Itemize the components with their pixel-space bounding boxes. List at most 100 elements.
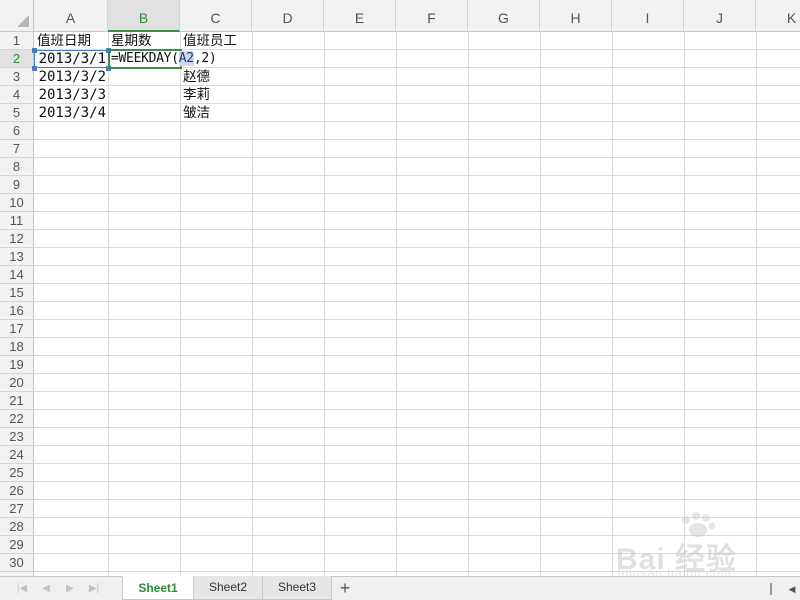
row-header-5[interactable]: 5 bbox=[0, 104, 34, 122]
row-header-25[interactable]: 25 bbox=[0, 464, 34, 482]
row-header-2[interactable]: 2 bbox=[0, 50, 34, 68]
tab-split-grip[interactable] bbox=[770, 583, 772, 595]
row-gridline bbox=[34, 301, 800, 302]
column-gridline bbox=[612, 32, 613, 576]
cell-B1[interactable]: 星期数 bbox=[108, 32, 181, 50]
column-header-H[interactable]: H bbox=[540, 0, 612, 32]
row-header-18[interactable]: 18 bbox=[0, 338, 34, 356]
watermark-main: Bai 经验 bbox=[616, 543, 738, 576]
cell-A5[interactable]: 2013/3/4 bbox=[34, 104, 109, 122]
row-header-15[interactable]: 15 bbox=[0, 284, 34, 302]
row-header-10[interactable]: 10 bbox=[0, 194, 34, 212]
row-header-29[interactable]: 29 bbox=[0, 536, 34, 554]
row-gridline bbox=[34, 463, 800, 464]
next-sheet-icon[interactable]: ▶ bbox=[62, 582, 78, 596]
prev-sheet-icon[interactable]: ◀ bbox=[38, 582, 54, 596]
row-gridline bbox=[34, 265, 800, 266]
column-gridline bbox=[540, 32, 541, 576]
column-header-F[interactable]: F bbox=[396, 0, 468, 32]
column-header-G[interactable]: G bbox=[468, 0, 540, 32]
cell-B2-formula[interactable]: =WEEKDAY(A2,2) bbox=[108, 50, 248, 68]
scroll-left-icon[interactable]: ◀ bbox=[786, 581, 798, 597]
column-gridline bbox=[324, 32, 325, 576]
tab-sheet1[interactable]: Sheet1 bbox=[122, 576, 194, 600]
row-header-30[interactable]: 30 bbox=[0, 554, 34, 572]
column-header-A[interactable]: A bbox=[34, 0, 108, 32]
row-header-14[interactable]: 14 bbox=[0, 266, 34, 284]
row-gridline bbox=[34, 247, 800, 248]
row-gridline bbox=[34, 517, 800, 518]
last-sheet-icon[interactable]: ▶| bbox=[86, 582, 102, 596]
row-header-23[interactable]: 23 bbox=[0, 428, 34, 446]
add-sheet-icon[interactable]: + bbox=[336, 579, 354, 597]
row-header-27[interactable]: 27 bbox=[0, 500, 34, 518]
column-header-E[interactable]: E bbox=[324, 0, 396, 32]
baidu-watermark: Bai 经验 jingyan.baidu.com bbox=[612, 512, 772, 576]
row-gridline bbox=[34, 355, 800, 356]
row-header-11[interactable]: 11 bbox=[0, 212, 34, 230]
formula-reference-token: A2 bbox=[178, 51, 194, 66]
row-gridline bbox=[34, 445, 800, 446]
row-header-28[interactable]: 28 bbox=[0, 518, 34, 536]
row-gridline bbox=[34, 121, 800, 122]
row-gridline bbox=[34, 103, 800, 104]
column-gridline bbox=[756, 32, 757, 576]
row-gridline bbox=[34, 229, 800, 230]
row-gridline bbox=[34, 391, 800, 392]
column-header-B[interactable]: B bbox=[108, 0, 180, 32]
row-gridline bbox=[34, 535, 800, 536]
row-gridline bbox=[34, 193, 800, 194]
cell-C3[interactable]: 赵德 bbox=[180, 68, 253, 86]
select-all-corner[interactable] bbox=[0, 0, 34, 32]
row-header-26[interactable]: 26 bbox=[0, 482, 34, 500]
row-gridline bbox=[34, 481, 800, 482]
row-header-1[interactable]: 1 bbox=[0, 32, 34, 50]
row-header-9[interactable]: 9 bbox=[0, 176, 34, 194]
row-header-21[interactable]: 21 bbox=[0, 392, 34, 410]
row-header-6[interactable]: 6 bbox=[0, 122, 34, 140]
row-header-24[interactable]: 24 bbox=[0, 446, 34, 464]
row-header-17[interactable]: 17 bbox=[0, 320, 34, 338]
cell-A4[interactable]: 2013/3/3 bbox=[34, 86, 109, 104]
row-header-16[interactable]: 16 bbox=[0, 302, 34, 320]
column-header-K[interactable]: K bbox=[756, 0, 800, 32]
cell-C4[interactable]: 李莉 bbox=[180, 86, 253, 104]
row-gridline bbox=[34, 175, 800, 176]
row-gridline bbox=[34, 319, 800, 320]
cell-A1[interactable]: 值班日期 bbox=[34, 32, 109, 50]
column-gridline bbox=[468, 32, 469, 576]
row-header-8[interactable]: 8 bbox=[0, 158, 34, 176]
cell-A2[interactable]: 2013/3/1 bbox=[34, 50, 109, 68]
row-header-3[interactable]: 3 bbox=[0, 68, 34, 86]
tab-sheet2[interactable]: Sheet2 bbox=[193, 576, 263, 600]
select-all-triangle-icon bbox=[17, 15, 29, 27]
column-gridline bbox=[684, 32, 685, 576]
column-header-I[interactable]: I bbox=[612, 0, 684, 32]
row-header-19[interactable]: 19 bbox=[0, 356, 34, 374]
row-header-4[interactable]: 4 bbox=[0, 86, 34, 104]
row-header-7[interactable]: 7 bbox=[0, 140, 34, 158]
spreadsheet-grid[interactable]: ABCDEFGHIJK 1 2 3 4 5 6 7 8 9 10 11 12 13 14 15 16 17 18 1… bbox=[0, 0, 800, 576]
column-header-D[interactable]: D bbox=[252, 0, 324, 32]
row-gridline bbox=[34, 427, 800, 428]
tab-sheet3[interactable]: Sheet3 bbox=[262, 576, 332, 600]
column-header-J[interactable]: J bbox=[684, 0, 756, 32]
row-gridline bbox=[34, 157, 800, 158]
first-sheet-icon[interactable]: |◀ bbox=[14, 582, 30, 596]
sheet-tab-bar: |◀ ◀ ▶ ▶| Sheet1 Sheet2 Sheet3 + ◀ bbox=[0, 576, 800, 600]
row-gridline bbox=[34, 571, 800, 572]
row-gridline bbox=[34, 337, 800, 338]
cell-A3[interactable]: 2013/3/2 bbox=[34, 68, 109, 86]
row-header-12[interactable]: 12 bbox=[0, 230, 34, 248]
row-gridline bbox=[34, 373, 800, 374]
row-gridline bbox=[34, 85, 800, 86]
row-header-20[interactable]: 20 bbox=[0, 374, 34, 392]
row-gridline bbox=[34, 499, 800, 500]
row-header-22[interactable]: 22 bbox=[0, 410, 34, 428]
column-header-C[interactable]: C bbox=[180, 0, 252, 32]
cell-C1[interactable]: 值班员工 bbox=[180, 32, 253, 50]
row-gridline bbox=[34, 283, 800, 284]
row-header-13[interactable]: 13 bbox=[0, 248, 34, 266]
row-gridline bbox=[34, 409, 800, 410]
cell-C5[interactable]: 皱洁 bbox=[180, 104, 253, 122]
